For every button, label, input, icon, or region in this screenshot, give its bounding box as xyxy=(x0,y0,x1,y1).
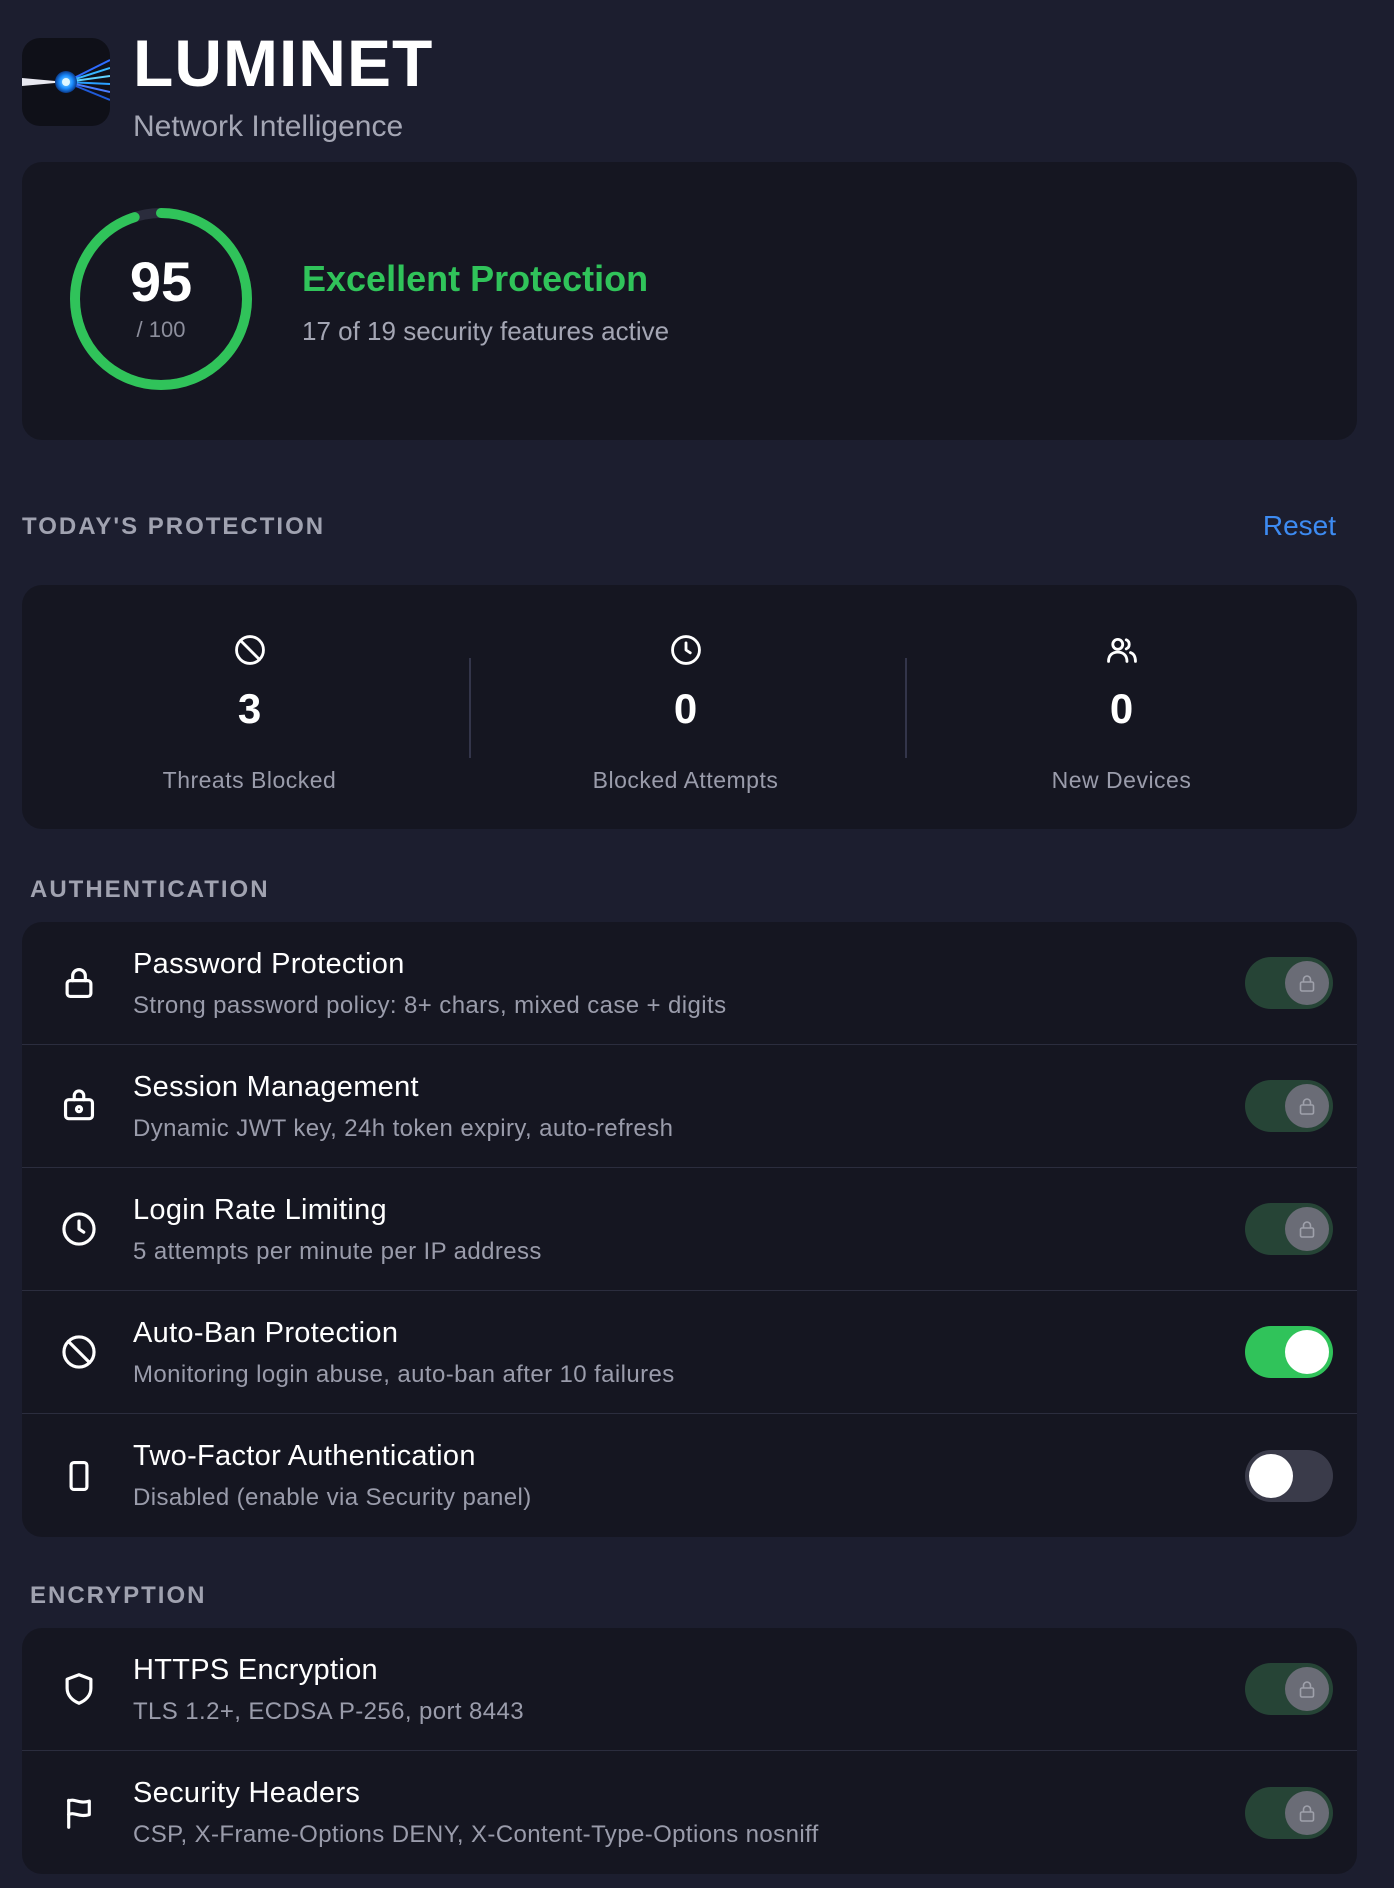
todays-protection-card: 3 Threats Blocked 0 Blocked Attempts 0 N… xyxy=(22,585,1357,829)
security-score-card: 95 / 100 Excellent Protection 17 of 19 s… xyxy=(22,162,1357,440)
clock-icon xyxy=(670,635,701,665)
item-title: Password Protection xyxy=(133,948,405,980)
https-encryption-toggle[interactable] xyxy=(1245,1663,1333,1715)
item-description: 5 attempts per minute per IP address xyxy=(133,1238,542,1265)
stat-label: New Devices xyxy=(1051,767,1192,793)
list-item-two-factor-authentication: Two-Factor Authentication Disabled (enab… xyxy=(22,1414,1357,1537)
score-value: 95 xyxy=(129,250,193,313)
stat-value: 3 xyxy=(237,685,262,732)
stat-label: Blocked Attempts xyxy=(592,767,779,793)
stat-value: 0 xyxy=(1109,685,1134,732)
toggle-knob xyxy=(1285,1667,1329,1711)
list-item-https-encryption: HTTPS Encryption TLS 1.2+, ECDSA P-256, … xyxy=(22,1628,1357,1751)
section-title-authentication: AUTHENTICATION xyxy=(30,876,270,903)
app-subtitle: Network Intelligence xyxy=(133,110,404,143)
list-item-login-rate-limiting: Login Rate Limiting 5 attempts per minut… xyxy=(22,1168,1357,1291)
list-item-password-protection: Password Protection Strong password poli… xyxy=(22,922,1357,1045)
score-detail: 17 of 19 security features active xyxy=(302,316,670,346)
ban-icon xyxy=(234,635,265,665)
toggle-knob xyxy=(1285,961,1329,1005)
item-title: HTTPS Encryption xyxy=(133,1654,378,1686)
item-description: CSP, X-Frame-Options DENY, X-Content-Typ… xyxy=(133,1821,819,1848)
encryption-card: HTTPS Encryption TLS 1.2+, ECDSA P-256, … xyxy=(22,1628,1357,1874)
score-status: Excellent Protection xyxy=(302,258,649,299)
stat-blocked-attempts: 0 Blocked Attempts xyxy=(468,585,903,829)
auto-ban-protection-toggle[interactable] xyxy=(1245,1326,1333,1378)
shield-icon xyxy=(65,1673,93,1705)
security-headers-toggle[interactable] xyxy=(1245,1786,1333,1839)
score-max: / 100 xyxy=(136,317,186,342)
item-title: Security Headers xyxy=(133,1777,361,1809)
lock-icon xyxy=(65,967,93,999)
lock-icon xyxy=(1299,1098,1315,1115)
app-title: LUMINET xyxy=(133,26,434,100)
item-title: Auto-Ban Protection xyxy=(133,1317,399,1349)
two-factor-authentication-toggle[interactable] xyxy=(1245,1449,1333,1502)
app-logo-icon xyxy=(22,38,110,126)
list-item-session-management: Session Management Dynamic JWT key, 24h … xyxy=(22,1045,1357,1168)
reset-button[interactable]: Reset xyxy=(1263,510,1336,542)
users-icon xyxy=(1106,637,1137,663)
toggle-knob xyxy=(1249,1453,1293,1498)
lock-icon xyxy=(1299,975,1315,992)
item-title: Login Rate Limiting xyxy=(133,1194,387,1226)
stat-value: 0 xyxy=(673,685,698,732)
password-protection-toggle[interactable] xyxy=(1245,957,1333,1009)
item-description: Strong password policy: 8+ chars, mixed … xyxy=(133,992,727,1019)
toggle-knob xyxy=(1285,1330,1329,1374)
clock-icon xyxy=(62,1212,96,1246)
phone-icon xyxy=(69,1460,89,1491)
stat-threats-blocked: 3 Threats Blocked xyxy=(32,585,467,829)
stat-new-devices: 0 New Devices xyxy=(904,585,1339,829)
item-description: Monitoring login abuse, auto-ban after 1… xyxy=(133,1361,675,1388)
toggle-knob xyxy=(1285,1084,1329,1128)
authentication-card: Password Protection Strong password poli… xyxy=(22,922,1357,1537)
toggle-knob xyxy=(1285,1207,1329,1251)
item-description: TLS 1.2+, ECDSA P-256, port 8443 xyxy=(133,1698,525,1725)
item-title: Session Management xyxy=(133,1071,419,1103)
flag-icon xyxy=(67,1798,91,1829)
app-header: LUMINET Network Intelligence xyxy=(22,28,433,144)
session-management-toggle[interactable] xyxy=(1245,1080,1333,1132)
section-title-todays-protection: TODAY'S PROTECTION xyxy=(22,513,326,540)
item-description: Disabled (enable via Security panel) xyxy=(133,1484,532,1511)
list-item-security-headers: Security Headers CSP, X-Frame-Options DE… xyxy=(22,1751,1357,1874)
ban-icon xyxy=(62,1335,96,1369)
list-item-auto-ban-protection: Auto-Ban Protection Monitoring login abu… xyxy=(22,1291,1357,1414)
stat-label: Threats Blocked xyxy=(162,767,337,793)
lock-icon xyxy=(1299,1804,1315,1822)
section-title-encryption: ENCRYPTION xyxy=(30,1582,207,1609)
item-description: Dynamic JWT key, 24h token expiry, auto-… xyxy=(133,1115,674,1142)
briefcase-lock-icon xyxy=(63,1089,95,1121)
toggle-knob xyxy=(1285,1790,1329,1835)
item-title: Two-Factor Authentication xyxy=(133,1440,476,1472)
lock-icon xyxy=(1299,1221,1315,1238)
login-rate-limiting-toggle[interactable] xyxy=(1245,1203,1333,1255)
lock-icon xyxy=(1299,1681,1315,1698)
